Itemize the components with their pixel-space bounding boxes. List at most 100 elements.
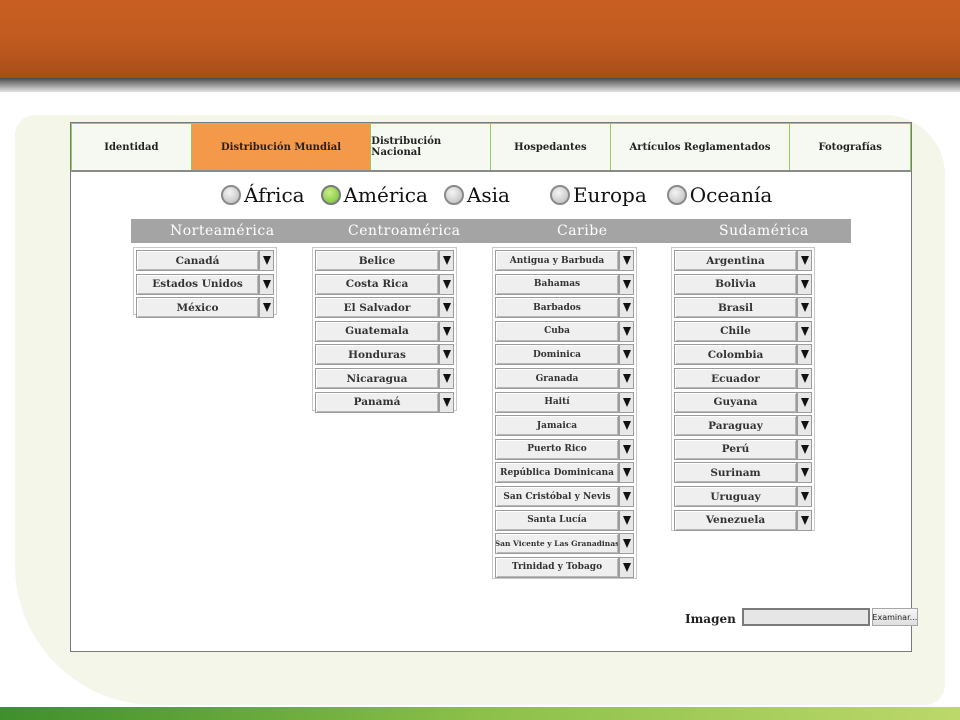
dropdown-arrow-icon[interactable] [797,368,812,389]
dropdown-arrow-icon[interactable] [619,391,634,413]
subregion-sudamerica: Sudamérica [719,223,809,239]
radio-asia[interactable] [443,185,464,205]
dropdown-caribe-country[interactable]: Puerto Rico [495,438,634,460]
triangle-down-icon [442,374,451,383]
dropdown-label: Granada [495,368,619,389]
dropdown-centroamerica-country[interactable]: Panamá [315,391,454,413]
dropdown-sudamerica-country[interactable]: Surinam [674,462,812,484]
dropdown-arrow-icon[interactable] [259,250,274,271]
dropdown-arrow-icon[interactable] [439,344,454,366]
dropdown-arrow-icon[interactable] [619,533,634,555]
region-america[interactable]: América [320,183,428,207]
triangle-down-icon [622,421,631,431]
dropdown-norteamerica-country[interactable]: Canadá [136,250,274,271]
dropdown-arrow-icon[interactable] [797,438,812,460]
dropdown-arrow-icon[interactable] [619,509,634,531]
dropdown-caribe-country[interactable]: Granada [495,368,634,389]
dropdown-arrow-icon[interactable] [619,368,634,389]
dropdown-caribe-country[interactable]: Santa Lucía [495,509,634,531]
dropdown-arrow-icon[interactable] [439,273,454,295]
dropdown-arrow-icon[interactable] [619,462,634,484]
dropdown-arrow-icon[interactable] [619,486,634,507]
dropdown-sudamerica-country[interactable]: Ecuador [674,368,812,389]
dropdown-centroamerica-country[interactable]: Belice [315,250,454,271]
dropdown-arrow-icon[interactable] [797,273,812,295]
dropdown-arrow-icon[interactable] [797,462,812,484]
dropdown-centroamerica-country[interactable]: Guatemala [315,320,454,342]
dropdown-caribe-country[interactable]: Bahamas [495,273,634,295]
tab-fotografias[interactable]: Fotografías [790,124,911,170]
region-europa[interactable]: Europa [549,183,647,207]
dropdown-caribe-country[interactable]: San Cristóbal y Nevis [495,486,634,507]
dropdown-sudamerica-country[interactable]: Paraguay [674,415,812,437]
dropdown-caribe-country[interactable]: Dominica [495,344,634,366]
dropdown-arrow-icon[interactable] [619,297,634,319]
radio-europa[interactable] [549,185,570,205]
dropdown-arrow-icon[interactable] [619,344,634,366]
dropdown-caribe-country[interactable]: República Dominicana [495,462,634,484]
dropdown-arrow-icon[interactable] [619,438,634,460]
dropdown-arrow-icon[interactable] [619,415,634,437]
dropdown-norteamerica-country[interactable]: México [136,297,274,319]
dropdown-sudamerica-country[interactable]: Guyana [674,391,812,413]
dropdown-label: Nicaragua [315,368,439,389]
dropdown-arrow-icon[interactable] [797,297,812,319]
dropdown-arrow-icon[interactable] [797,391,812,413]
dropdown-caribe-country[interactable]: Barbados [495,297,634,319]
dropdown-caribe-country[interactable]: Jamaica [495,415,634,437]
dropdown-sudamerica-country[interactable]: Perú [674,438,812,460]
dropdown-arrow-icon[interactable] [439,368,454,389]
dropdown-caribe-country[interactable]: San Vicente y Las Granadinas [495,533,634,555]
tab-identidad[interactable]: Identidad [72,124,192,170]
image-path-input[interactable] [741,608,870,626]
dropdown-arrow-icon[interactable] [439,320,454,342]
bottom-bar [0,707,960,720]
main-panel: Identidad Distribución Mundial Distribuc… [70,122,918,652]
dropdown-label: Bolivia [674,273,797,295]
dropdown-sudamerica-country[interactable]: Uruguay [674,486,812,507]
dropdown-centroamerica-country[interactable]: Costa Rica [315,273,454,295]
dropdown-arrow-icon[interactable] [797,509,812,531]
radio-africa[interactable] [221,185,241,205]
browse-button[interactable]: Examinar... [871,608,918,626]
dropdown-sudamerica-country[interactable]: Venezuela [674,509,812,531]
dropdown-arrow-icon[interactable] [797,250,812,271]
dropdown-arrow-icon[interactable] [797,486,812,507]
dropdown-arrow-icon[interactable] [619,250,634,271]
tab-distribucion-mundial[interactable]: Distribución Mundial [191,124,372,170]
dropdown-sudamerica-country[interactable]: Brasil [674,297,812,319]
dropdown-centroamerica-country[interactable]: Honduras [315,344,454,366]
region-africa[interactable]: África [221,183,305,207]
dropdown-arrow-icon[interactable] [797,344,812,366]
dropdown-arrow-icon[interactable] [259,273,274,295]
dropdown-arrow-icon[interactable] [619,556,634,578]
dropdown-norteamerica-country[interactable]: Estados Unidos [136,273,274,295]
region-oceania[interactable]: Oceanía [666,183,772,207]
dropdown-caribe-country[interactable]: Trinidad y Tobago [495,556,634,578]
dropdown-sudamerica-country[interactable]: Bolivia [674,273,812,295]
tab-distribucion-nacional[interactable]: Distribución Nacional [371,124,492,170]
dropdown-caribe-country[interactable]: Cuba [495,320,634,342]
dropdown-arrow-icon[interactable] [619,320,634,342]
dropdown-sudamerica-country[interactable]: Argentina [674,250,812,271]
dropdown-sudamerica-country[interactable]: Chile [674,320,812,342]
triangle-down-icon [442,303,451,313]
dropdown-arrow-icon[interactable] [259,297,274,319]
dropdown-caribe-country[interactable]: Haití [495,391,634,413]
dropdown-centroamerica-country[interactable]: El Salvador [315,297,454,319]
dropdown-arrow-icon[interactable] [439,297,454,319]
region-asia[interactable]: Asia [443,183,510,207]
dropdown-arrow-icon[interactable] [619,273,634,295]
tab-hospedantes[interactable]: Hospedantes [491,124,611,170]
dropdown-arrow-icon[interactable] [439,250,454,271]
radio-america[interactable] [320,185,341,205]
dropdown-centroamerica-country[interactable]: Nicaragua [315,368,454,389]
triangle-down-icon [622,515,631,525]
dropdown-arrow-icon[interactable] [439,391,454,413]
radio-oceania[interactable] [666,185,687,205]
dropdown-arrow-icon[interactable] [797,320,812,342]
tab-articulos-reglamentados[interactable]: Artículos Reglamentados [610,124,791,170]
dropdown-sudamerica-country[interactable]: Colombia [674,344,812,366]
dropdown-caribe-country[interactable]: Antigua y Barbuda [495,250,634,271]
dropdown-arrow-icon[interactable] [797,415,812,437]
